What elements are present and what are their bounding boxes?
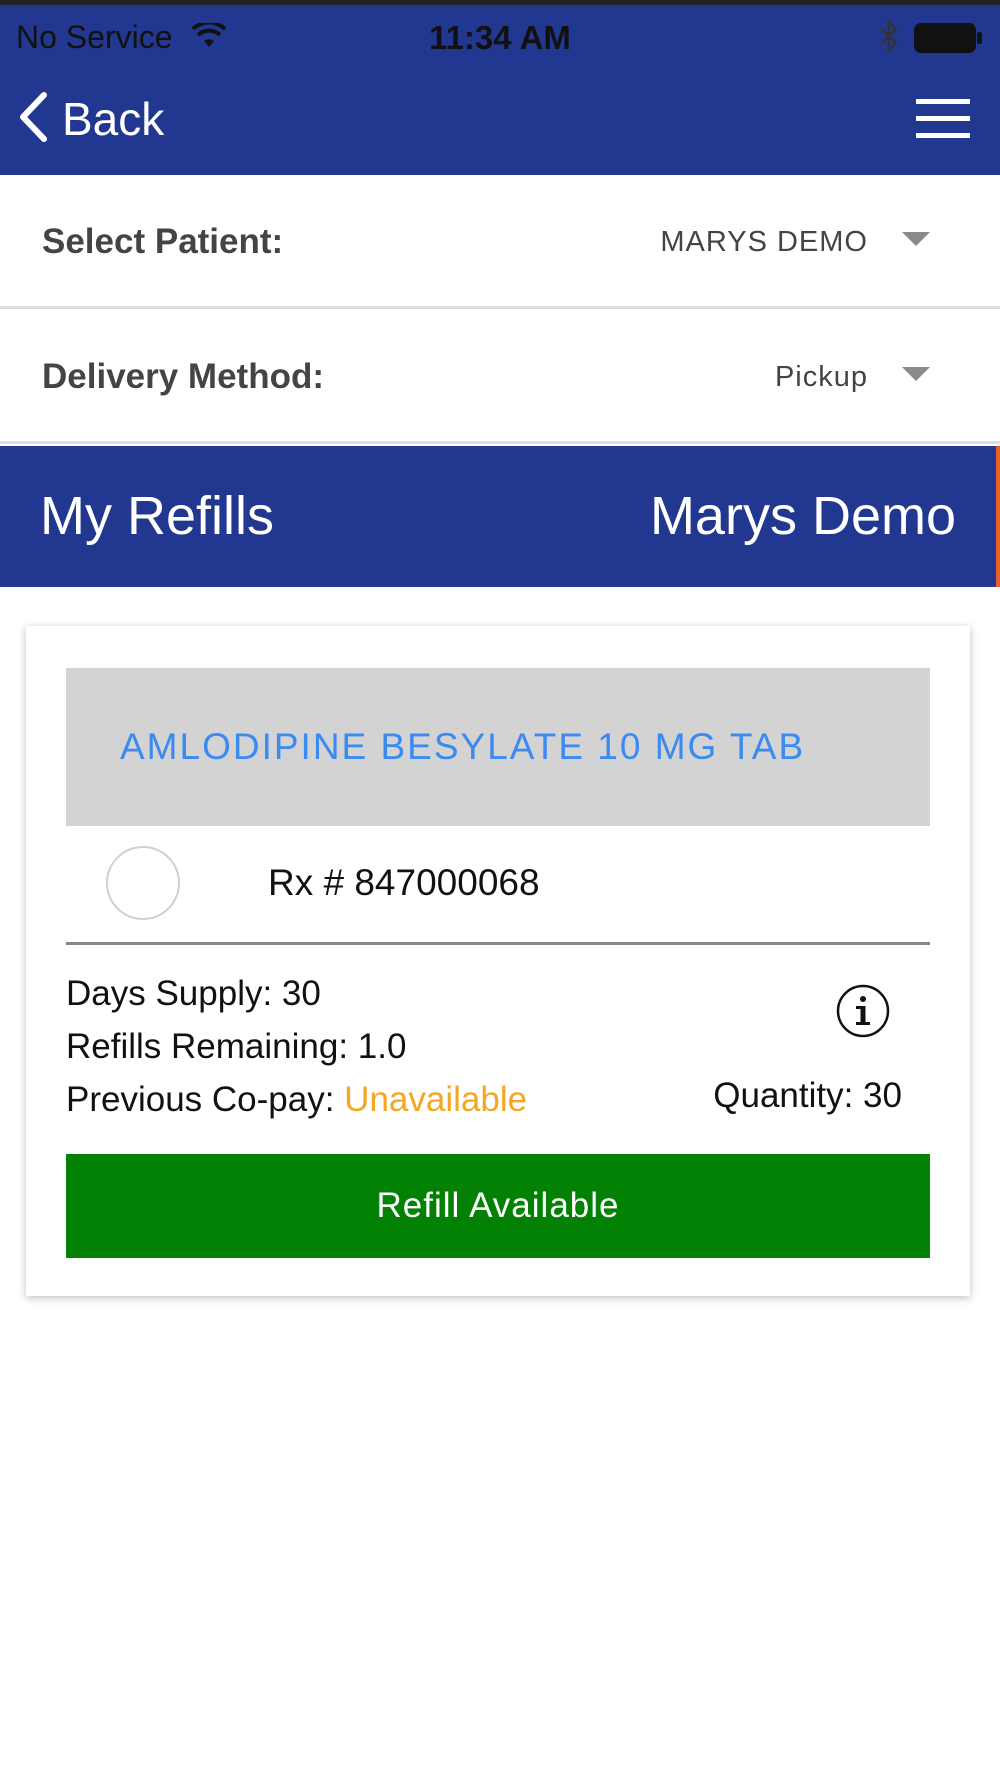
refills-remaining: Refills Remaining: 1.0 xyxy=(66,1027,407,1066)
header-accent-bar xyxy=(996,446,1000,587)
copay-value: Unavailable xyxy=(344,1080,528,1119)
back-button[interactable]: Back xyxy=(18,89,164,149)
quantity: Quantity: 30 xyxy=(713,1076,902,1115)
refill-available-button[interactable]: Refill Available xyxy=(66,1154,930,1258)
nav-bar: Back xyxy=(0,63,1000,175)
delivery-method-label: Delivery Method: xyxy=(42,357,324,396)
prescription-select-radio[interactable] xyxy=(106,846,180,920)
section-header: My Refills Marys Demo xyxy=(0,446,1000,587)
back-label: Back xyxy=(62,93,165,145)
section-title: My Refills xyxy=(40,486,275,546)
info-icon[interactable] xyxy=(836,984,890,1038)
drug-header: AMLODIPINE BESYLATE 10 MG TAB xyxy=(66,668,930,826)
patient-select[interactable]: Select Patient: MARYS DEMO xyxy=(0,175,1000,309)
copay-label: Previous Co-pay: xyxy=(66,1080,345,1119)
prescription-card: AMLODIPINE BESYLATE 10 MG TAB Rx # 84700… xyxy=(26,626,970,1296)
previous-copay: Previous Co-pay: Unavailable xyxy=(66,1076,527,1124)
hamburger-menu-icon[interactable] xyxy=(916,99,970,139)
divider xyxy=(66,942,930,945)
section-patient-name: Marys Demo xyxy=(649,486,956,546)
patient-select-value: MARYS DEMO xyxy=(660,226,868,258)
status-time: 11:34 AM xyxy=(429,19,571,56)
battery-icon xyxy=(914,23,984,58)
delivery-method-select[interactable]: Delivery Method: Pickup xyxy=(0,310,1000,444)
bluetooth-icon xyxy=(878,18,900,58)
delivery-method-value: Pickup xyxy=(774,361,868,393)
chevron-left-icon xyxy=(18,91,48,147)
dropdown-caret-icon xyxy=(902,367,930,381)
patient-select-label: Select Patient: xyxy=(42,222,284,261)
dropdown-caret-icon xyxy=(902,232,930,246)
rx-number: Rx # 847000068 xyxy=(268,862,540,903)
status-bar: No Service 11:34 AM xyxy=(0,0,1000,63)
drug-name: AMLODIPINE BESYLATE 10 MG TAB xyxy=(120,726,806,767)
days-supply: Days Supply: 30 xyxy=(66,974,321,1013)
